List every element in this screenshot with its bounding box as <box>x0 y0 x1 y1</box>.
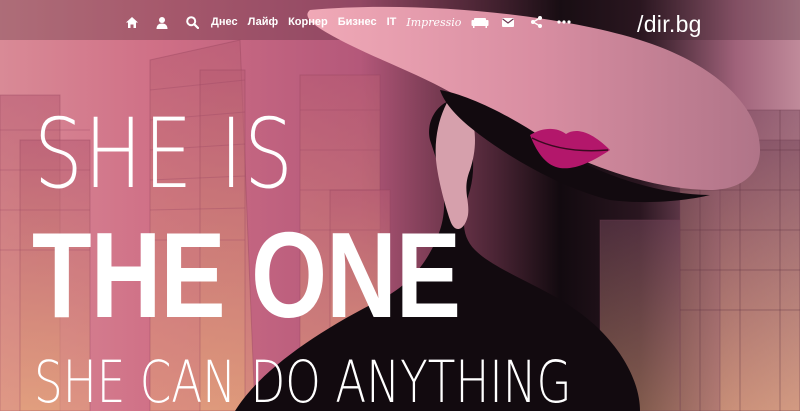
nav-link-laif[interactable]: Лайф <box>243 16 284 28</box>
share-icon[interactable] <box>524 10 548 34</box>
site-logo[interactable]: /dir.bg <box>637 11 702 38</box>
headline-line-2: THE ONE <box>32 207 461 343</box>
search-icon[interactable] <box>180 10 204 34</box>
nav-link-it[interactable]: IT <box>382 16 402 28</box>
nav-link-korner[interactable]: Корнер <box>283 16 333 28</box>
more-dots-icon[interactable] <box>552 10 576 34</box>
headline-line-1: SHE IS <box>34 98 295 210</box>
nav-link-dnes[interactable]: Днес <box>206 16 243 28</box>
envelope-icon[interactable] <box>496 10 520 34</box>
headline-line-3: SHE CAN DO ANYTHING <box>34 348 572 411</box>
top-navigation-bar: Днес Лайф Корнер Бизнес IT Impressio /di… <box>0 0 800 44</box>
user-icon[interactable] <box>150 10 174 34</box>
nav-link-impressio[interactable]: Impressio <box>401 16 466 29</box>
main-nav: Днес Лайф Корнер Бизнес IT Impressio <box>120 10 576 34</box>
sofa-icon[interactable] <box>468 10 492 34</box>
home-icon[interactable] <box>120 10 144 34</box>
hero-banner[interactable]: Днес Лайф Корнер Бизнес IT Impressio /di… <box>0 0 800 411</box>
nav-link-biznes[interactable]: Бизнес <box>333 16 382 28</box>
